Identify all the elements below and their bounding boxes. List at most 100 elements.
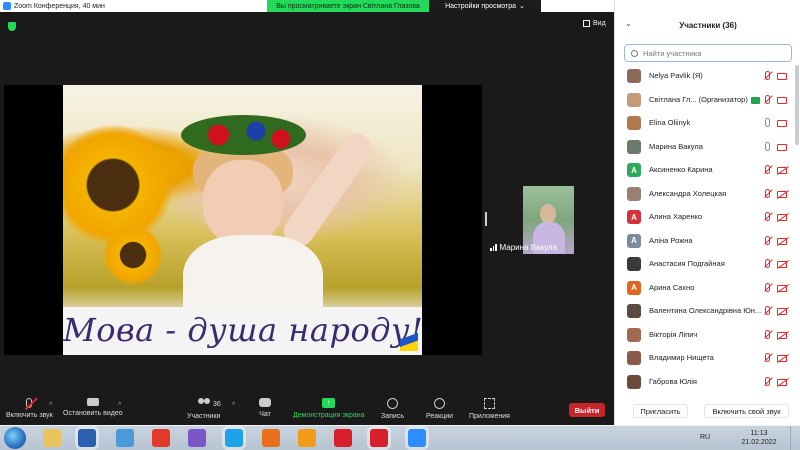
participants-options-caret[interactable]: ^ xyxy=(232,402,235,409)
clock-time: 11:13 xyxy=(750,430,768,437)
camera-icon[interactable] xyxy=(777,73,787,80)
unmute-button[interactable]: Включить звук xyxy=(6,398,53,419)
muted-mic-icon[interactable] xyxy=(765,235,770,245)
split-view-handle[interactable] xyxy=(485,212,487,226)
participant-row[interactable]: А Арина Сахно xyxy=(615,277,795,300)
camera-icon[interactable] xyxy=(777,143,787,151)
participant-row[interactable]: Габрова Юлія xyxy=(615,371,795,394)
apps-icon xyxy=(483,398,495,409)
system-clock[interactable]: 11:13 21.02.2022 xyxy=(738,429,780,447)
view-options-button[interactable]: Настройки просмотра ⌄ xyxy=(429,0,541,12)
muted-mic-icon[interactable] xyxy=(765,71,770,80)
stop-video-button[interactable]: Остановить видео xyxy=(63,398,123,417)
camera-off-icon[interactable] xyxy=(777,308,787,315)
unmute-me-button[interactable]: Включить свой звук xyxy=(704,404,789,418)
camera-off-icon[interactable] xyxy=(777,355,787,362)
avatar: А xyxy=(627,163,641,177)
shield-icon[interactable] xyxy=(8,22,16,31)
participant-name: Nelya Pavlik (Я) xyxy=(649,71,703,80)
taskbar-word-icon[interactable] xyxy=(78,429,96,447)
participant-name: Анастасия Подгайная xyxy=(649,259,725,268)
taskbar-opera-icon[interactable] xyxy=(334,429,352,447)
camera-off-icon[interactable] xyxy=(777,237,787,245)
camera-off-icon[interactable] xyxy=(777,331,787,339)
participant-list: Nelya Pavlik (Я) Світлана Гл... (Организа… xyxy=(615,65,795,398)
taskbar-firefox-icon[interactable] xyxy=(262,429,280,447)
clock-date: 21.02.2022 xyxy=(741,439,777,446)
participant-row[interactable]: Владимир Нищета xyxy=(615,347,795,370)
camera-icon[interactable] xyxy=(777,120,787,127)
record-button[interactable]: Запись xyxy=(381,398,404,420)
participants-icon xyxy=(197,398,211,409)
taskbar-explorer-icon[interactable] xyxy=(43,429,61,447)
muted-mic-icon[interactable] xyxy=(765,259,770,268)
participant-row[interactable]: Nelya Pavlik (Я) xyxy=(615,65,795,88)
chat-button[interactable]: Чат xyxy=(259,398,271,418)
participant-row[interactable]: Валентина Олександрівна Юн... xyxy=(615,300,795,323)
participant-row[interactable]: Elina Oliinyk xyxy=(615,112,795,135)
taskbar-chrome-icon[interactable] xyxy=(116,429,134,447)
participant-name: Александра Холецкая xyxy=(649,188,727,198)
taskbar-skype-icon[interactable] xyxy=(225,429,243,447)
audio-options-caret[interactable]: ^ xyxy=(49,402,52,409)
participant-row[interactable]: Марина Вакула xyxy=(615,136,795,159)
flower-wreath-image xyxy=(181,115,306,155)
muted-mic-icon[interactable] xyxy=(765,306,770,315)
camera-off-icon[interactable] xyxy=(777,190,787,198)
sharing-banner: Вы просматриваете экран Світлана Глазова xyxy=(267,0,429,12)
camera-off-icon[interactable] xyxy=(777,214,787,221)
show-desktop-button[interactable] xyxy=(790,426,800,450)
camera-off-icon[interactable] xyxy=(777,261,787,268)
language-indicator[interactable]: RU xyxy=(700,434,710,441)
participant-row[interactable]: Александра Холецкая xyxy=(615,183,795,206)
search-input[interactable] xyxy=(643,48,783,58)
chat-icon xyxy=(259,398,271,407)
view-button[interactable]: Вид xyxy=(583,20,606,27)
muted-mic-icon[interactable] xyxy=(765,212,770,221)
muted-mic-icon[interactable] xyxy=(765,282,770,292)
taskbar-zoom-icon[interactable] xyxy=(408,429,426,447)
avatar xyxy=(627,374,641,389)
camera-off-icon[interactable] xyxy=(777,378,787,386)
participant-row[interactable]: Вікторія Ліпич xyxy=(615,324,795,347)
participant-row[interactable]: А Аксиненко Карина xyxy=(615,159,795,182)
participant-row[interactable]: Світлана Гл... (Организатор) xyxy=(615,89,795,112)
mic-icon[interactable] xyxy=(765,118,770,127)
panel-header: ⌄ Участники (36) xyxy=(615,18,800,32)
reactions-button[interactable]: Реакции xyxy=(426,398,453,420)
leave-button[interactable]: Выйти xyxy=(569,403,605,417)
muted-mic-icon[interactable] xyxy=(765,94,770,104)
share-screen-button[interactable]: ↑ Демонстрация экрана xyxy=(293,398,365,419)
muted-mic-icon[interactable] xyxy=(765,376,770,386)
camera-off-icon[interactable] xyxy=(777,284,787,292)
muted-mic-icon[interactable] xyxy=(765,188,770,198)
participant-name: Владимир Нищета xyxy=(649,353,714,362)
muted-mic-icon[interactable] xyxy=(765,353,770,362)
camera-off-icon[interactable] xyxy=(777,167,787,174)
muted-mic-icon[interactable] xyxy=(765,165,770,174)
apps-button[interactable]: Приложения xyxy=(469,398,510,420)
participant-row[interactable]: Анастасия Подгайная xyxy=(615,253,795,276)
participant-list-scrollbar[interactable] xyxy=(795,65,799,145)
view-options-label: Настройки просмотра xyxy=(445,2,516,10)
invite-button[interactable]: Пригласить xyxy=(633,404,688,418)
thumbnail-name: Марина Вакула xyxy=(499,243,558,252)
taskbar-avast-icon[interactable] xyxy=(298,429,316,447)
participant-name: Валентина Олександрівна Юн... xyxy=(649,306,762,315)
share-screen-label: Демонстрация экрана xyxy=(293,412,365,419)
participant-search[interactable] xyxy=(624,44,792,62)
participant-row[interactable]: А Алина Харенко xyxy=(615,206,795,229)
avatar xyxy=(627,351,641,365)
avatar xyxy=(627,69,641,83)
taskbar-opera-active-icon[interactable] xyxy=(370,429,388,447)
windows-taskbar: RU 11:13 21.02.2022 xyxy=(0,425,800,450)
avatar xyxy=(627,257,641,271)
taskbar-yandex-icon[interactable] xyxy=(152,429,170,447)
video-options-caret[interactable]: ^ xyxy=(118,402,121,409)
muted-mic-icon[interactable] xyxy=(765,329,770,339)
taskbar-media-icon[interactable] xyxy=(188,429,206,447)
participant-row[interactable]: А Аліна Рожна xyxy=(615,230,795,253)
start-button[interactable] xyxy=(4,427,26,449)
camera-icon[interactable] xyxy=(777,96,787,104)
mic-icon[interactable] xyxy=(765,141,770,151)
